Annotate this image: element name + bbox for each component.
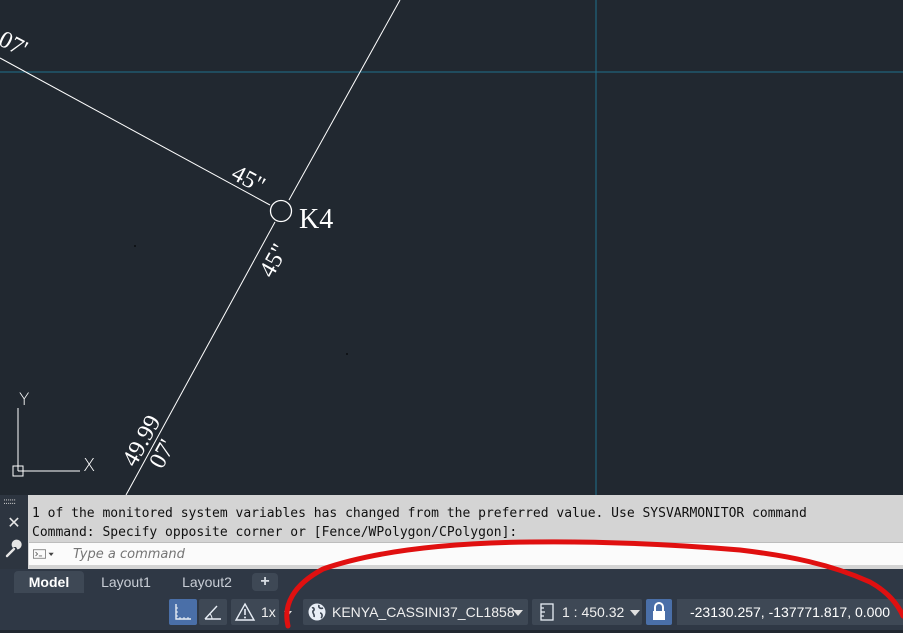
chevron-down-icon bbox=[630, 610, 640, 616]
viewport-scale-label: 1 : 450.32 bbox=[562, 604, 625, 620]
ortho-mode-button[interactable] bbox=[169, 599, 197, 625]
coordinate-system-label: KENYA_CASSINI37_CL1858 bbox=[332, 604, 515, 620]
bearing-label-upper-left: 07' bbox=[0, 26, 31, 62]
command-line-grip[interactable]: :::::: ✕ bbox=[0, 495, 28, 569]
chevron-down-icon bbox=[513, 610, 523, 616]
grip-handle-icon[interactable]: :::::: bbox=[3, 498, 25, 507]
ortho-icon bbox=[175, 604, 191, 620]
add-layout-button[interactable]: + bbox=[252, 573, 278, 591]
command-input-bar[interactable] bbox=[29, 542, 903, 565]
command-input[interactable] bbox=[73, 545, 873, 563]
status-bar: 1x KENYA_CASSINI37_CL1858 1 : 450.32 -23… bbox=[0, 595, 903, 630]
angle-label-upper: 45" bbox=[227, 160, 269, 199]
tab-model[interactable]: Model bbox=[14, 571, 84, 593]
wrench-icon[interactable] bbox=[4, 539, 24, 559]
lock-icon bbox=[653, 602, 665, 620]
ucs-icon[interactable]: Y X bbox=[12, 390, 95, 477]
drawing-canvas[interactable]: K4 07' 45" 45" 49.99 07' Y X bbox=[0, 0, 903, 495]
drawing-dot bbox=[134, 245, 136, 247]
command-history-line: 1 of the monitored system variables has … bbox=[32, 506, 807, 521]
command-history: 1 of the monitored system variables has … bbox=[32, 504, 903, 542]
command-history-line: Command: Specify opposite corner or [Fen… bbox=[32, 525, 518, 540]
boundary-line-upper-right[interactable] bbox=[288, 0, 401, 201]
viewport-scale-icon bbox=[540, 603, 554, 621]
globe-icon bbox=[308, 603, 326, 621]
command-prompt-dropdown-icon[interactable] bbox=[33, 547, 55, 561]
cursor-coordinates: -23130.257, -137771.817, 0.000 bbox=[677, 599, 903, 625]
survey-point-marker[interactable] bbox=[269, 199, 293, 223]
polar-tracking-icon bbox=[204, 605, 221, 620]
tab-layout1[interactable]: Layout1 bbox=[92, 571, 160, 593]
drawing-dot bbox=[346, 353, 348, 355]
angle-label-lower: 45" bbox=[255, 240, 294, 282]
command-line-panel: :::::: ✕ 1 of the monitored system varia… bbox=[0, 495, 903, 569]
close-icon[interactable]: ✕ bbox=[5, 514, 23, 532]
ucs-y-label: Y bbox=[19, 390, 29, 410]
polar-tracking-button[interactable] bbox=[199, 599, 227, 625]
ucs-x-label: X bbox=[83, 455, 95, 476]
survey-point-label: K4 bbox=[299, 204, 333, 235]
layout-tab-bar: Model Layout1 Layout2 + bbox=[0, 569, 903, 595]
coordinate-system-dropdown[interactable]: KENYA_CASSINI37_CL1858 bbox=[303, 599, 528, 625]
viewport-scale-dropdown[interactable]: 1 : 450.32 bbox=[532, 599, 642, 625]
chevron-down-icon[interactable] bbox=[284, 611, 292, 616]
tab-layout2[interactable]: Layout2 bbox=[172, 571, 242, 593]
annotation-scale-button[interactable]: 1x bbox=[231, 599, 279, 625]
lock-viewport-button[interactable] bbox=[646, 599, 672, 625]
warning-icon bbox=[234, 602, 256, 621]
annotation-scale-label: 1x bbox=[261, 604, 276, 620]
